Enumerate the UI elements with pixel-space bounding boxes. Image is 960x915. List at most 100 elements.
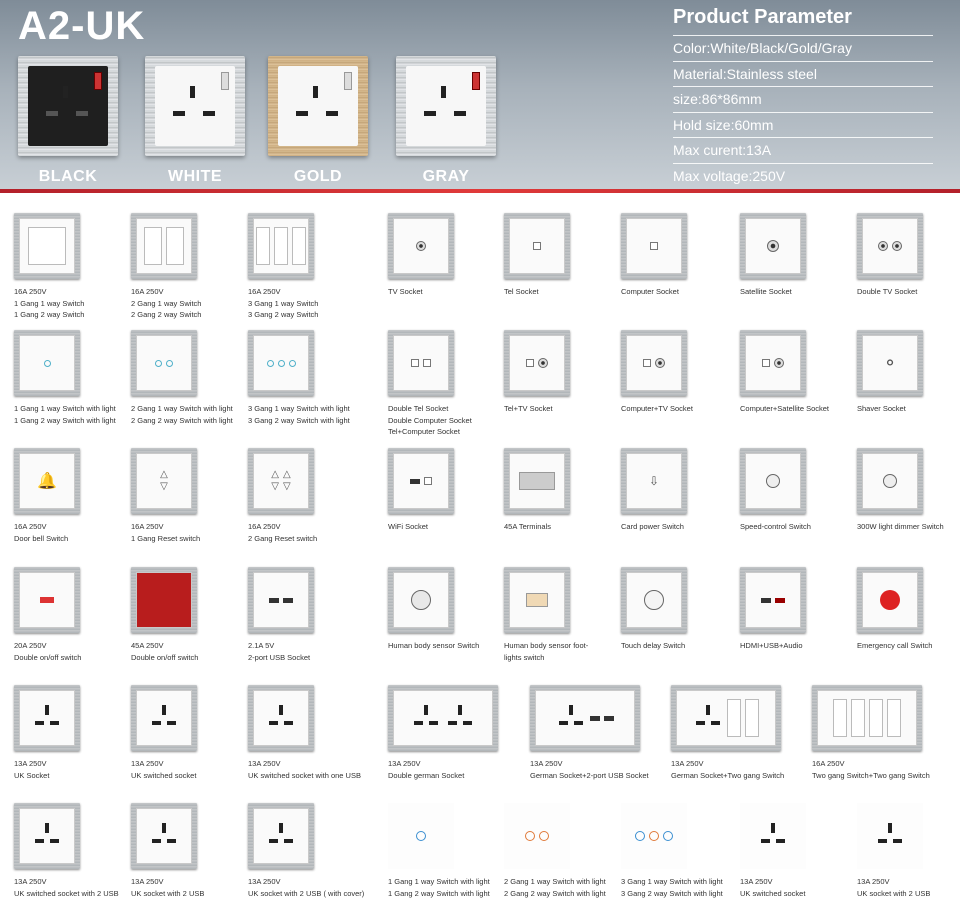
product-thumbnail[interactable] <box>248 567 314 633</box>
product-thumbnail[interactable] <box>388 803 454 869</box>
product-item[interactable]: Tel Socket <box>504 213 622 298</box>
product-thumbnail[interactable] <box>131 803 197 869</box>
product-item[interactable]: Computer+Satellite Socket <box>740 330 858 415</box>
product-thumbnail[interactable] <box>740 448 806 514</box>
product-thumbnail[interactable] <box>131 213 197 279</box>
product-item[interactable]: 13A 250V German Socket+Two gang Switch <box>671 685 789 781</box>
product-item[interactable]: 13A 250V UK switched socket <box>131 685 249 781</box>
product-item[interactable]: HDMI+USB+Audio <box>740 567 858 652</box>
product-thumbnail[interactable] <box>857 803 923 869</box>
product-thumbnail[interactable] <box>248 685 314 751</box>
product-item[interactable]: TV Socket <box>388 213 506 298</box>
product-item[interactable]: Human body sensor foot-lights switch <box>504 567 622 663</box>
product-thumbnail[interactable] <box>857 213 923 279</box>
product-item[interactable]: 20A 250V Double on/off switch <box>14 567 132 663</box>
product-item[interactable]: 3 Gang 1 way Switch with light 3 Gang 2 w… <box>248 330 366 426</box>
product-item[interactable]: Touch delay Switch <box>621 567 739 652</box>
product-thumbnail[interactable] <box>248 330 314 396</box>
product-thumbnail[interactable]: 🔔 <box>14 448 80 514</box>
product-thumbnail[interactable] <box>388 330 454 396</box>
product-item[interactable]: ⇩ Card power Switch <box>621 448 739 533</box>
product-thumbnail[interactable] <box>131 685 197 751</box>
product-item[interactable]: 13A 250V UK switched socket with one USB <box>248 685 366 781</box>
product-item[interactable]: Emergency call Switch <box>857 567 960 652</box>
product-item[interactable]: Satellite Socket <box>740 213 858 298</box>
product-item[interactable]: Computer Socket <box>621 213 739 298</box>
product-item[interactable]: △ ▽ 16A 250V 1 Gang Reset switch <box>131 448 249 544</box>
product-thumbnail[interactable] <box>857 567 923 633</box>
product-item[interactable]: Human body sensor Switch <box>388 567 506 652</box>
product-item[interactable]: 2 Gang 1 way Switch with light 2 Gang 2 w… <box>504 803 622 899</box>
product-thumbnail[interactable] <box>504 567 570 633</box>
product-thumbnail[interactable] <box>388 567 454 633</box>
product-thumbnail[interactable] <box>740 567 806 633</box>
product-thumbnail[interactable] <box>14 213 80 279</box>
product-thumbnail[interactable] <box>504 330 570 396</box>
product-thumbnail[interactable] <box>621 213 687 279</box>
product-thumbnail[interactable] <box>504 803 570 869</box>
product-item[interactable]: Tel+TV Socket <box>504 330 622 415</box>
product-thumbnail[interactable] <box>812 685 922 751</box>
product-thumbnail[interactable] <box>530 685 640 751</box>
product-thumbnail[interactable] <box>621 803 687 869</box>
color-option-white[interactable]: WHITE <box>145 56 245 185</box>
product-item[interactable]: 13A 250V UK socket with 2 USB ( with cove… <box>248 803 366 899</box>
product-item[interactable]: 3 Gang 1 way Switch with light 3 Gang 2 w… <box>621 803 739 899</box>
product-item[interactable]: 13A 250V Double german Socket <box>388 685 506 781</box>
product-parameters: Product Parameter Color:White/Black/Gold… <box>673 6 933 188</box>
product-item[interactable]: △ ▽ △ ▽ 16A 250V 2 Gang Reset switch <box>248 448 366 544</box>
product-thumbnail[interactable] <box>740 330 806 396</box>
product-item[interactable]: WiFi Socket <box>388 448 506 533</box>
product-item[interactable]: 45A Terminals <box>504 448 622 533</box>
product-item[interactable]: Speed-control Switch <box>740 448 858 533</box>
product-thumbnail[interactable]: △ ▽ △ ▽ <box>248 448 314 514</box>
product-thumbnail[interactable] <box>621 567 687 633</box>
product-thumbnail[interactable] <box>388 448 454 514</box>
product-item[interactable]: 16A 250V 1 Gang 1 way Switch 1 Gang 2 way … <box>14 213 132 321</box>
product-thumbnail[interactable] <box>14 685 80 751</box>
switch-plate: △ ▽ △ ▽ <box>254 454 308 508</box>
color-option-gold[interactable]: GOLD <box>268 56 368 185</box>
product-item[interactable]: 13A 250V UK Socket <box>14 685 132 781</box>
product-thumbnail[interactable] <box>248 213 314 279</box>
color-option-gray[interactable]: GRAY <box>396 56 496 185</box>
product-item[interactable]: Double TV Socket <box>857 213 960 298</box>
product-item[interactable]: 45A 250V Double on/off switch <box>131 567 249 663</box>
product-thumbnail[interactable] <box>131 330 197 396</box>
product-thumbnail[interactable] <box>14 330 80 396</box>
product-thumbnail[interactable] <box>131 567 197 633</box>
product-thumbnail[interactable] <box>671 685 781 751</box>
product-item[interactable]: 13A 250V German Socket+2-port USB Socket <box>530 685 649 781</box>
product-item[interactable]: 1 Gang 1 way Switch with light 1 Gang 2 w… <box>14 330 132 426</box>
color-option-black[interactable]: BLACK <box>18 56 118 185</box>
product-item[interactable]: 16A 250V 3 Gang 1 way Switch 3 Gang 2 way … <box>248 213 366 321</box>
product-item[interactable]: 2.1A 5V 2-port USB Socket <box>248 567 366 663</box>
product-item[interactable]: 13A 250V UK socket with 2 USB <box>857 803 960 899</box>
product-thumbnail[interactable] <box>14 567 80 633</box>
product-item[interactable]: 13A 250V UK socket with 2 USB <box>131 803 249 899</box>
product-item[interactable]: 13A 250V UK switched socket with 2 USB <box>14 803 132 899</box>
product-thumbnail[interactable] <box>388 213 454 279</box>
product-thumbnail[interactable]: △ ▽ <box>131 448 197 514</box>
product-thumbnail[interactable]: ⇩ <box>621 448 687 514</box>
product-item[interactable]: 13A 250V UK switched socket <box>740 803 858 899</box>
product-item[interactable]: Computer+TV Socket <box>621 330 739 415</box>
product-thumbnail[interactable] <box>740 213 806 279</box>
product-thumbnail[interactable] <box>504 213 570 279</box>
product-thumbnail[interactable] <box>248 803 314 869</box>
product-item[interactable]: 🔔 16A 250V Door bell Switch <box>14 448 132 544</box>
product-thumbnail[interactable] <box>740 803 806 869</box>
product-thumbnail[interactable] <box>857 448 923 514</box>
product-item[interactable]: 16A 250V Two gang Switch+Two gang Switch <box>812 685 930 781</box>
product-item[interactable]: Double Tel Socket Double Computer Socket T… <box>388 330 506 438</box>
product-item[interactable]: 300W light dimmer Switch <box>857 448 960 533</box>
product-thumbnail[interactable] <box>388 685 498 751</box>
product-thumbnail[interactable] <box>14 803 80 869</box>
product-thumbnail[interactable] <box>621 330 687 396</box>
product-item[interactable]: 2 Gang 1 way Switch with light 2 Gang 2 w… <box>131 330 249 426</box>
product-item[interactable]: ⚬ Shaver Socket <box>857 330 960 415</box>
product-item[interactable]: 1 Gang 1 way Switch with light 1 Gang 2 w… <box>388 803 506 899</box>
product-thumbnail[interactable]: ⚬ <box>857 330 923 396</box>
product-item[interactable]: 16A 250V 2 Gang 1 way Switch 2 Gang 2 way … <box>131 213 249 321</box>
product-thumbnail[interactable] <box>504 448 570 514</box>
